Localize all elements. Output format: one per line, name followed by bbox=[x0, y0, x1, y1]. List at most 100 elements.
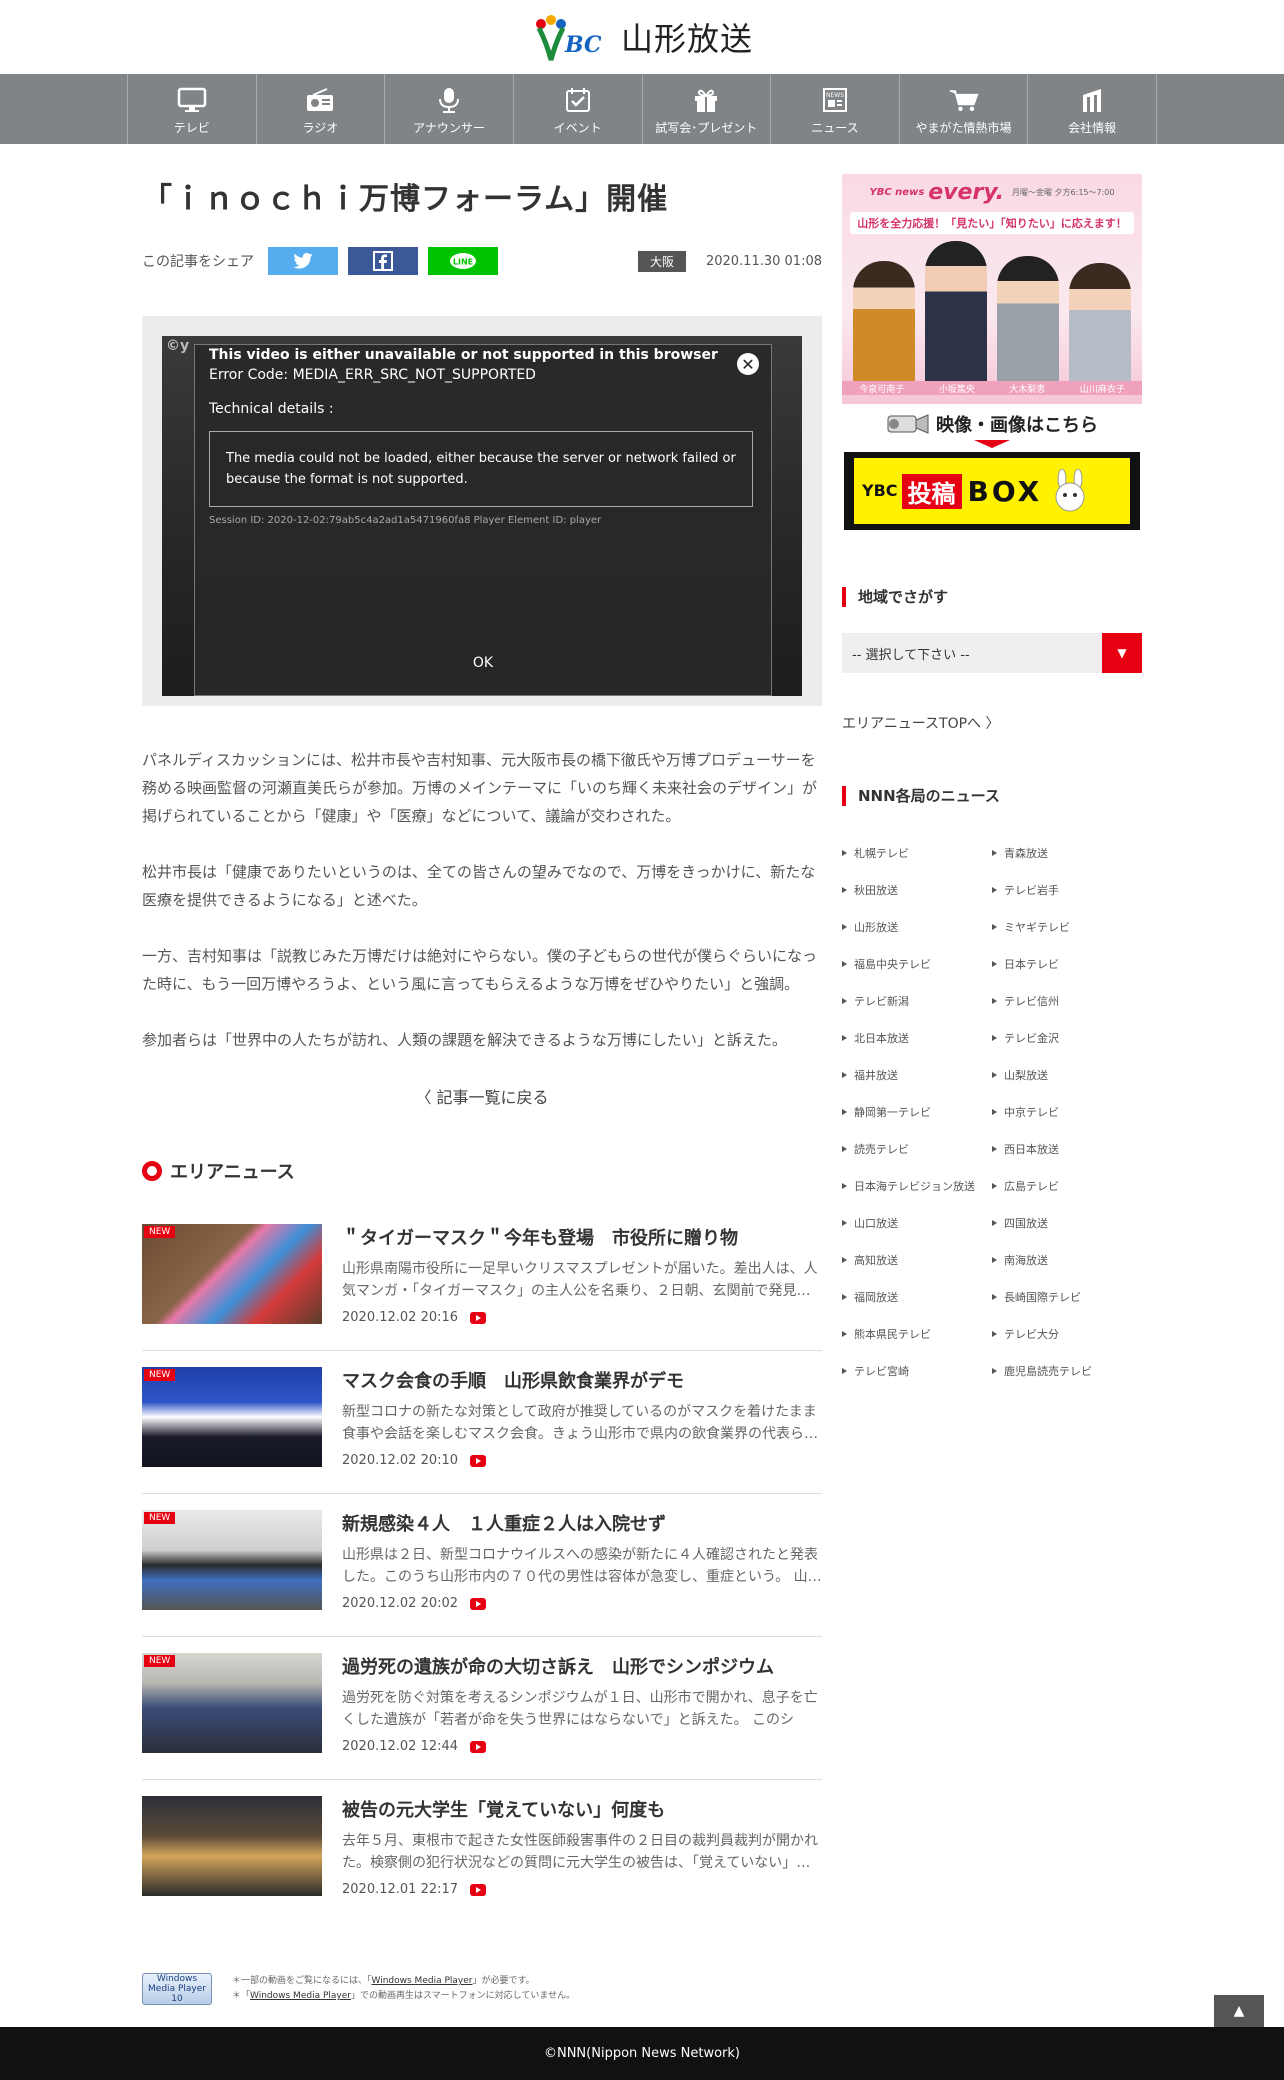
news-item[interactable]: NEW ＂タイガーマスク＂今年も登場 市役所に贈り物 山形県南陽市役所に一足早いクリ… bbox=[142, 1208, 822, 1351]
news-thumbnail[interactable]: NEW bbox=[142, 1224, 322, 1324]
nnn-station-link[interactable]: 南海放送 bbox=[992, 1241, 1142, 1278]
nav-item-4[interactable]: イベント bbox=[514, 74, 643, 144]
nnn-station-label: 札幌テレビ bbox=[854, 846, 909, 860]
close-icon[interactable]: ✕ bbox=[737, 353, 759, 375]
chevron-down-icon[interactable]: ▼ bbox=[1102, 633, 1142, 673]
nnn-station-link[interactable]: 日本海テレビジョン放送 bbox=[842, 1167, 992, 1204]
line-icon: LINE bbox=[450, 253, 476, 269]
nnn-station-link[interactable]: 青森放送 bbox=[992, 834, 1142, 871]
share-twitter-button[interactable] bbox=[268, 247, 338, 275]
region-tag[interactable]: 大阪 bbox=[637, 250, 686, 272]
nnn-station-link[interactable]: 福井放送 bbox=[842, 1056, 992, 1093]
page-top-button[interactable]: ▲ bbox=[1214, 1995, 1264, 2027]
back-to-list-link[interactable]: 〈 記事一覧に戻る bbox=[142, 1084, 822, 1108]
facebook-icon bbox=[373, 251, 393, 271]
news-title[interactable]: 過労死の遺族が命の大切さ訴え 山形でシンポジウム bbox=[342, 1653, 822, 1679]
news-body: 新規感染４人 １人重症２人は入院せず 山形県は２日、新型コロナウイルスへの感染が新… bbox=[342, 1510, 822, 1636]
nnn-station-link[interactable]: 長崎国際テレビ bbox=[992, 1278, 1142, 1315]
news-thumbnail[interactable] bbox=[142, 1796, 322, 1896]
nnn-station-link[interactable]: 札幌テレビ bbox=[842, 834, 992, 871]
nnn-station-link[interactable]: 西日本放送 bbox=[992, 1130, 1142, 1167]
nnn-station-label: 鹿児島読売テレビ bbox=[1004, 1364, 1092, 1378]
nnn-station-link[interactable]: テレビ金沢 bbox=[992, 1019, 1142, 1056]
triangle-right-icon bbox=[992, 997, 997, 1004]
wmp-link-2[interactable]: Windows Media Player bbox=[250, 1991, 351, 2001]
nnn-station-link[interactable]: テレビ信州 bbox=[992, 982, 1142, 1019]
nav-item-5[interactable]: 試写会･プレゼント bbox=[643, 74, 772, 144]
nav-item-7[interactable]: やまがた情熱市場 bbox=[900, 74, 1029, 144]
news-thumbnail[interactable]: NEW bbox=[142, 1367, 322, 1467]
nnn-station-link[interactable]: 福島中央テレビ bbox=[842, 945, 992, 982]
video-camera-icon bbox=[887, 414, 929, 434]
nnn-station-link[interactable]: 熊本県民テレビ bbox=[842, 1315, 992, 1352]
error-ok-button[interactable]: OK bbox=[195, 655, 771, 671]
region-select-value: -- 選択して下さい -- bbox=[852, 647, 970, 663]
share-facebook-button[interactable] bbox=[348, 247, 418, 275]
triangle-right-icon bbox=[992, 923, 997, 930]
nnn-station-link[interactable]: テレビ新潟 bbox=[842, 982, 992, 1019]
news-item[interactable]: NEW 過労死の遺族が命の大切さ訴え 山形でシンポジウム 過労死を防ぐ対策を考えるシ… bbox=[142, 1637, 822, 1780]
news-item[interactable]: NEW マスク会食の手順 山形県飲食業界がデモ 新型コロナの新たな対策として政府が推… bbox=[142, 1351, 822, 1494]
nnn-station-link[interactable]: ミヤギテレビ bbox=[992, 908, 1142, 945]
nnn-station-label: 山梨放送 bbox=[1004, 1068, 1048, 1082]
nnn-station-link[interactable]: 広島テレビ bbox=[992, 1167, 1142, 1204]
nnn-station-label: 日本テレビ bbox=[1004, 957, 1059, 971]
twitter-icon bbox=[293, 253, 313, 269]
news-thumbnail[interactable]: NEW bbox=[142, 1510, 322, 1610]
every-banner[interactable]: YBC news every. 月曜～金曜 夕方6:15～7:00 山形を全力応… bbox=[842, 174, 1142, 404]
nnn-station-link[interactable]: 北日本放送 bbox=[842, 1019, 992, 1056]
nnn-station-link[interactable]: テレビ岩手 bbox=[992, 871, 1142, 908]
wmp-link-1[interactable]: Windows Media Player bbox=[372, 1976, 473, 1986]
nav-item-8[interactable]: 会社情報 bbox=[1028, 74, 1157, 144]
windows-media-player-badge[interactable]: Windows Media Player 10 bbox=[142, 1973, 212, 2005]
news-meta: 2020.12.01 22:17 bbox=[342, 1882, 822, 1897]
triangle-right-icon bbox=[842, 849, 847, 856]
nav-label: やまがた情熱市場 bbox=[915, 121, 1012, 135]
video-player[interactable]: ©y This video is either unavailable or n… bbox=[162, 336, 802, 696]
nnn-station-link[interactable]: 鹿児島読売テレビ bbox=[992, 1352, 1142, 1389]
nnn-station-link[interactable]: 秋田放送 bbox=[842, 871, 992, 908]
toukou-box-banner[interactable]: YBC 投稿 BOX bbox=[844, 452, 1140, 530]
news-item[interactable]: NEW 新規感染４人 １人重症２人は入院せず 山形県は２日、新型コロナウイルスへの感… bbox=[142, 1494, 822, 1637]
nnn-station-link[interactable]: 中京テレビ bbox=[992, 1093, 1142, 1130]
triangle-right-icon bbox=[992, 1108, 997, 1115]
nnn-station-link[interactable]: 山口放送 bbox=[842, 1204, 992, 1241]
news-title[interactable]: ＂タイガーマスク＂今年も登場 市役所に贈り物 bbox=[342, 1224, 822, 1250]
youtube-icon bbox=[470, 1454, 487, 1467]
svg-text:NEWS: NEWS bbox=[826, 92, 844, 99]
triangle-right-icon bbox=[842, 1293, 847, 1300]
triangle-right-icon bbox=[992, 849, 997, 856]
youtube-icon bbox=[470, 1311, 487, 1324]
video-image-link[interactable]: 映像・画像はこちら bbox=[842, 404, 1142, 444]
heading-bar bbox=[842, 586, 846, 607]
tv-icon bbox=[177, 85, 207, 113]
global-nav-list: テレビ ラジオ アナウンサー イベント 試写会･プレゼント NEWS ニュース やまがた情熱市… bbox=[127, 74, 1157, 144]
nav-item-2[interactable]: ラジオ bbox=[257, 74, 386, 144]
news-item[interactable]: 被告の元大学生「覚えていない」何度も 去年５月、東根市で起きた女性医師殺害事件の２… bbox=[142, 1780, 822, 1923]
nav-item-6[interactable]: NEWS ニュース bbox=[771, 74, 900, 144]
nnn-station-link[interactable]: 読売テレビ bbox=[842, 1130, 992, 1167]
nnn-station-link[interactable]: 日本テレビ bbox=[992, 945, 1142, 982]
area-news-top-link[interactable]: エリアニュースTOPへ 〉 bbox=[842, 713, 1142, 733]
news-thumbnail[interactable]: NEW bbox=[142, 1653, 322, 1753]
nnn-station-link[interactable]: 福岡放送 bbox=[842, 1278, 992, 1315]
nnn-station-link[interactable]: 静岡第一テレビ bbox=[842, 1093, 992, 1130]
share-line-button[interactable]: LINE bbox=[428, 247, 498, 275]
nnn-station-link[interactable]: テレビ宮崎 bbox=[842, 1352, 992, 1389]
nnn-station-link[interactable]: 山形放送 bbox=[842, 908, 992, 945]
error-session-id: Session ID: 2020-12-02:79ab5c4a2ad1a5471… bbox=[209, 515, 602, 526]
region-select[interactable]: -- 選択して下さい -- ▼ bbox=[842, 633, 1142, 673]
news-body: 過労死の遺族が命の大切さ訴え 山形でシンポジウム 過労死を防ぐ対策を考えるシンポジ… bbox=[342, 1653, 822, 1779]
nnn-station-link[interactable]: 高知放送 bbox=[842, 1241, 992, 1278]
site-logo[interactable]: BC 山形放送 bbox=[531, 12, 753, 62]
nav-item-1[interactable]: テレビ bbox=[128, 74, 257, 144]
news-title[interactable]: マスク会食の手順 山形県飲食業界がデモ bbox=[342, 1367, 822, 1393]
news-title[interactable]: 新規感染４人 １人重症２人は入院せず bbox=[342, 1510, 822, 1536]
arrow-down-icon bbox=[974, 440, 1010, 448]
nnn-station-link[interactable]: 四国放送 bbox=[992, 1204, 1142, 1241]
nnn-station-link[interactable]: テレビ大分 bbox=[992, 1315, 1142, 1352]
nav-item-3[interactable]: アナウンサー bbox=[385, 74, 514, 144]
nnn-station-link[interactable]: 山梨放送 bbox=[992, 1056, 1142, 1093]
news-title[interactable]: 被告の元大学生「覚えていない」何度も bbox=[342, 1796, 822, 1822]
anchor-figure bbox=[997, 256, 1059, 381]
